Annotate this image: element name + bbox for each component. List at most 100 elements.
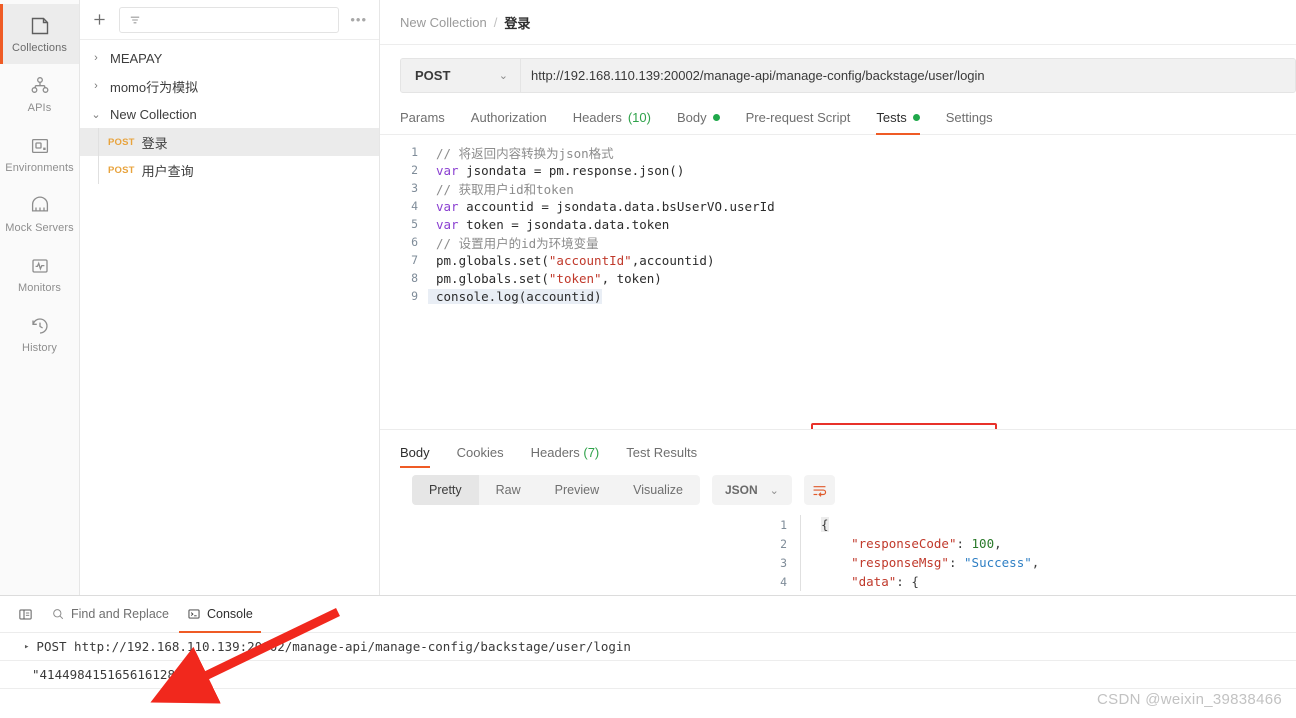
tab-label: Pre-request Script xyxy=(745,110,851,125)
code-token: var xyxy=(436,162,459,178)
json-token: : xyxy=(948,555,965,570)
response-tabs: Body Cookies Headers (7) Test Results xyxy=(380,430,1296,468)
line-number: 5 xyxy=(411,217,418,231)
view-mode-label: Preview xyxy=(554,483,600,497)
rail-label-environments: Environments xyxy=(5,161,74,174)
tests-script-editor[interactable]: 1 // 将返回内容转换为json格式 2 var jsondata = pm.… xyxy=(380,135,1296,430)
json-token: : xyxy=(956,536,972,551)
code-text: // 获取用户id和token xyxy=(428,179,574,198)
chevron-down-icon: ⌄ xyxy=(498,70,508,82)
json-token: : { xyxy=(896,574,919,589)
tab-body[interactable]: Body xyxy=(677,110,720,134)
tree-item-request-user-query[interactable]: POST 用户查询 xyxy=(80,156,379,184)
code-line: 5 var token = jsondata.data.token xyxy=(380,215,1296,233)
monitors-icon xyxy=(29,255,51,277)
tab-pre-request-script[interactable]: Pre-request Script xyxy=(746,110,851,134)
code-line: 6 // 设置用户的id为环境变量 xyxy=(380,233,1296,251)
view-mode-preview[interactable]: Preview xyxy=(538,475,616,505)
line-number: 1 xyxy=(411,145,418,159)
code-line: 4 var accountid = jsondata.data.bsUserVO… xyxy=(380,197,1296,215)
toggle-sidebar-button[interactable] xyxy=(10,596,41,633)
console-request-line[interactable]: ▸ POST http://192.168.110.139:20002/mana… xyxy=(0,633,1296,661)
annotation-red-box xyxy=(811,423,997,429)
chevron-right-icon[interactable]: › xyxy=(90,80,102,92)
tab-label: Body xyxy=(400,445,430,460)
new-item-button[interactable] xyxy=(88,9,110,31)
rail-label-history: History xyxy=(22,341,57,354)
view-mode-pretty[interactable]: Pretty xyxy=(412,475,479,505)
tree-item-meapay[interactable]: › MEAPAY xyxy=(80,44,379,72)
code-line-highlighted: 9 console.log(accountid) xyxy=(380,287,1296,305)
layout-panel-icon xyxy=(19,609,32,619)
collections-sidebar: ••• › MEAPAY › momo行为模拟 ⌄ New Collection… xyxy=(80,0,380,595)
console-toolbar: Find and Replace Console xyxy=(0,596,1296,633)
tab-authorization[interactable]: Authorization xyxy=(471,110,547,134)
breadcrumb: New Collection / 登录 xyxy=(380,0,1296,45)
breadcrumb-separator: / xyxy=(493,14,498,30)
chevron-down-icon[interactable]: ⌄ xyxy=(90,108,102,121)
code-token: , token) xyxy=(601,270,662,286)
url-input[interactable]: http://192.168.110.139:20002/manage-api/… xyxy=(521,59,1295,92)
rail-item-apis[interactable]: APIs xyxy=(0,64,79,124)
status-dot-icon xyxy=(712,114,720,121)
response-body-viewer[interactable]: 1 { 2 "responseCode": 100, 3 "responseMs… xyxy=(380,505,1296,591)
search-icon xyxy=(53,609,64,620)
tree-item-request-login[interactable]: POST 登录 xyxy=(80,128,379,156)
method-select[interactable]: POST ⌄ xyxy=(401,59,521,92)
tree-item-momo[interactable]: › momo行为模拟 xyxy=(80,72,379,100)
rail-item-collections[interactable]: Collections xyxy=(0,4,79,64)
terminal-icon xyxy=(188,609,200,619)
chevron-right-icon[interactable]: ▸ xyxy=(24,642,29,652)
console-tab-button[interactable]: Console xyxy=(178,596,261,633)
tab-tests[interactable]: Tests xyxy=(876,110,921,135)
code-token: "token" xyxy=(548,270,602,286)
json-text: { xyxy=(801,517,829,532)
collection-name: MEAPAY xyxy=(110,50,163,66)
mock-servers-icon xyxy=(29,195,51,217)
response-tab-cookies[interactable]: Cookies xyxy=(457,445,504,468)
method-badge: POST xyxy=(108,164,135,176)
tree-item-new-collection[interactable]: ⌄ New Collection xyxy=(80,100,379,128)
console-output-line: "414498415165616128" xyxy=(0,661,1296,689)
view-mode-visualize[interactable]: Visualize xyxy=(616,475,700,505)
response-format-select[interactable]: JSON ⌄ xyxy=(711,475,792,505)
sidebar-filter-input[interactable] xyxy=(119,6,340,33)
breadcrumb-collection[interactable]: New Collection xyxy=(400,15,487,30)
tab-label: Test Results xyxy=(626,445,698,460)
json-token: "responseCode" xyxy=(851,536,957,551)
code-token: // 设置用户的id为环境变量 xyxy=(436,235,599,251)
code-line: 1 // 将返回内容转换为json格式 xyxy=(380,143,1296,161)
sidebar-toolbar: ••• xyxy=(80,0,379,40)
line-number: 9 xyxy=(411,289,418,303)
apis-icon xyxy=(29,75,51,97)
collection-name: momo行为模拟 xyxy=(110,79,199,95)
response-tab-test-results[interactable]: Test Results xyxy=(626,445,697,468)
sidebar-more-button[interactable]: ••• xyxy=(348,13,369,26)
rail-item-history[interactable]: History xyxy=(0,304,79,364)
wrap-lines-button[interactable] xyxy=(803,475,835,505)
chevron-right-icon[interactable]: › xyxy=(90,52,102,64)
code-text: pm.globals.set("token", token) xyxy=(428,271,662,286)
response-tab-headers[interactable]: Headers (7) xyxy=(531,445,600,468)
response-tab-body[interactable]: Body xyxy=(400,445,430,468)
code-line: 7 pm.globals.set("accountId",accountid) xyxy=(380,251,1296,269)
rail-item-environments[interactable]: Environments xyxy=(0,124,79,184)
tab-params[interactable]: Params xyxy=(400,110,445,134)
response-view-toolbar: Pretty Raw Preview Visualize JSON ⌄ xyxy=(380,468,1296,505)
rail-item-monitors[interactable]: Monitors xyxy=(0,244,79,304)
rail-item-mock-servers[interactable]: Mock Servers xyxy=(0,184,79,244)
code-text: var token = jsondata.data.token xyxy=(428,217,669,232)
breadcrumb-current: 登录 xyxy=(504,15,531,31)
tab-settings[interactable]: Settings xyxy=(946,110,993,134)
code-token: // 获取用户id和token xyxy=(436,181,574,197)
view-mode-label: Visualize xyxy=(633,483,683,497)
json-token: "responseMsg" xyxy=(851,555,949,570)
tab-headers[interactable]: Headers (10) xyxy=(573,110,651,134)
code-token: accountid = jsondata.data.bsUserVO.userI… xyxy=(458,198,775,214)
line-number: 4 xyxy=(780,574,787,589)
find-and-replace-button[interactable]: Find and Replace xyxy=(41,596,179,633)
code-token: var xyxy=(436,198,459,214)
top-region: Collections APIs Environments Mock Serve… xyxy=(0,0,1296,595)
view-mode-raw[interactable]: Raw xyxy=(479,475,538,505)
